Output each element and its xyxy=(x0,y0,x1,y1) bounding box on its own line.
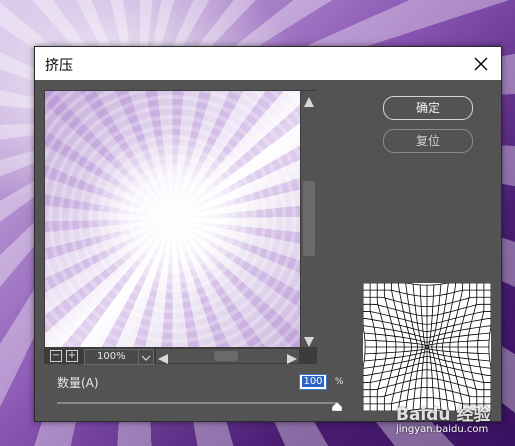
chevron-down-icon xyxy=(138,350,153,364)
zoom-out-button[interactable]: − xyxy=(50,350,62,362)
scroll-right-icon[interactable] xyxy=(286,350,298,369)
horizontal-scroll-thumb[interactable] xyxy=(214,351,238,361)
reset-button[interactable]: 复位 xyxy=(383,129,473,153)
preview-zoom-bar: − + 100% xyxy=(44,348,317,365)
zoom-dropdown[interactable]: 100% xyxy=(84,349,154,365)
baidu-jingyan-watermark: Baidu 经验 jingyan.baidu.com xyxy=(392,400,512,444)
amount-slider-track[interactable] xyxy=(57,402,337,404)
preview-image[interactable] xyxy=(45,91,300,347)
zoom-value: 100% xyxy=(97,351,126,362)
dialog-titlebar[interactable]: 挤压 xyxy=(35,47,501,80)
squeeze-filter-dialog: 挤压 − + 100% 确定 复位 数量(A) 100 % xyxy=(34,46,502,422)
vertical-scroll-thumb[interactable] xyxy=(303,181,315,256)
horizontal-scrollbar[interactable] xyxy=(156,349,299,364)
distortion-grid-preview xyxy=(362,282,492,412)
screen: 挤压 − + 100% 确定 复位 数量(A) 100 % Baidu 经验 j… xyxy=(0,0,515,446)
zoom-in-button[interactable]: + xyxy=(66,350,78,362)
grid-vertical-line xyxy=(362,283,366,411)
grid-horizontal-line xyxy=(363,282,491,286)
preview-panel xyxy=(44,90,317,364)
amount-input[interactable]: 100 xyxy=(299,374,327,390)
dialog-title: 挤压 xyxy=(45,58,73,74)
amount-unit: % xyxy=(335,377,344,387)
vertical-scrollbar[interactable] xyxy=(301,91,317,347)
watermark-logo: Baidu 经验 xyxy=(396,405,491,425)
scroll-left-icon[interactable] xyxy=(157,350,169,369)
amount-slider-thumb[interactable] xyxy=(331,396,343,412)
close-icon[interactable] xyxy=(469,52,493,76)
ok-button[interactable]: 确定 xyxy=(383,96,473,120)
scroll-up-icon[interactable] xyxy=(303,93,315,107)
grid-vertical-line xyxy=(488,283,492,411)
scroll-down-icon[interactable] xyxy=(303,333,315,347)
amount-label: 数量(A) xyxy=(57,376,99,390)
amount-input-value: 100 xyxy=(302,376,324,387)
watermark-url: jingyan.baidu.com xyxy=(396,424,489,435)
